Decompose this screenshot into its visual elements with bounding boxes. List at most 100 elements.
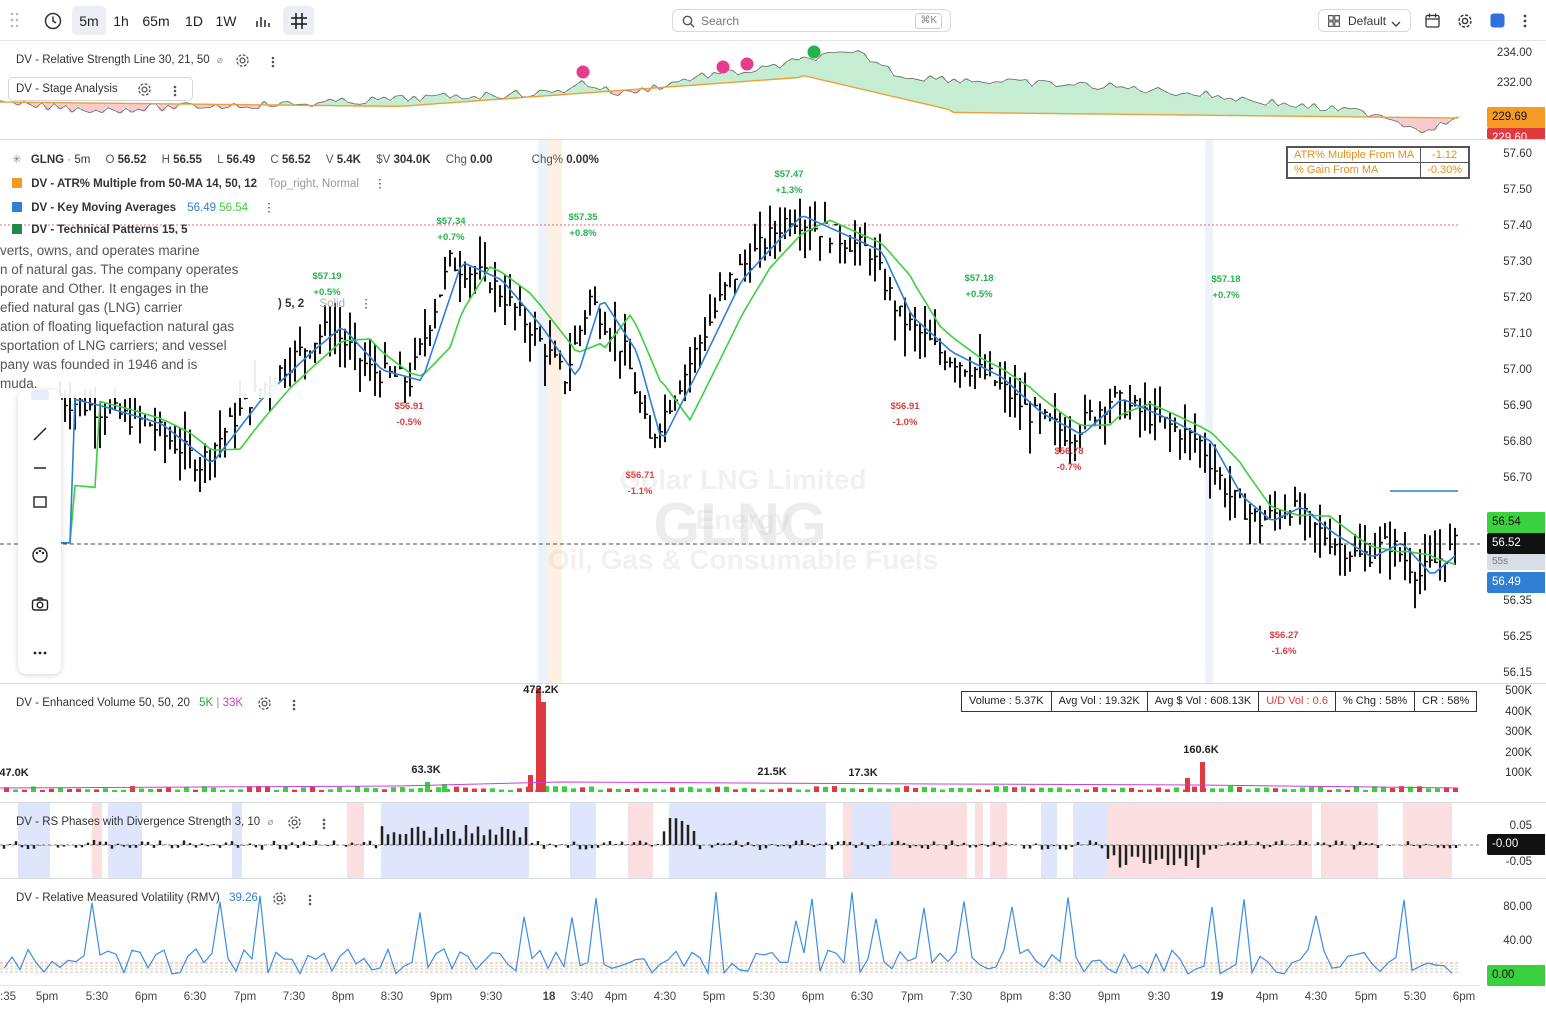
timeframe-1W[interactable]: 1W: [212, 6, 240, 35]
price-axis-label: 56.80: [1503, 436, 1532, 448]
phase-band: [628, 803, 653, 878]
time-axis-label: 5:30: [752, 991, 776, 1003]
stage-analysis-legend[interactable]: DV - Stage Analysis: [8, 77, 193, 101]
hidden-indicator-tail: ) 5, 2 Solid ⋮: [278, 298, 372, 310]
cursor-tool-icon[interactable]: [29, 384, 50, 405]
volume-bar: [850, 788, 855, 792]
time-axis-label: 4:30: [1304, 991, 1328, 1003]
time-axis[interactable]: :35 5pm 5:30 6pm 6:30 7pm 7:30 8pm 8:30 9pm 9:30 18…: [0, 985, 1480, 1016]
volume-bar: [940, 789, 945, 792]
volume-bar: [409, 788, 414, 792]
volume-bar: [562, 786, 567, 792]
watermark-industry: Oil, Gas & Consumable Fuels: [547, 544, 939, 575]
search-placeholder: Search: [701, 14, 740, 28]
volume-bar: [238, 789, 243, 792]
volume-bar: [976, 789, 981, 792]
rs-phases-axis-label: 0.05: [1509, 820, 1532, 832]
volume-bar: [1030, 788, 1035, 792]
rs-settings-gear-icon[interactable]: [235, 53, 250, 73]
price-axis-label: 57.60: [1503, 148, 1532, 160]
search-input[interactable]: Search ⌘K: [672, 9, 951, 32]
rectangle-tool-icon[interactable]: [29, 491, 50, 512]
kma-more-icon[interactable]: ⋮: [263, 202, 275, 214]
volume-bar: [1300, 787, 1305, 792]
eye-off-icon[interactable]: ⌀: [217, 55, 223, 66]
price-axis-label: 57.20: [1503, 292, 1532, 304]
price-axis-label: 57.10: [1503, 328, 1532, 340]
kma-indicator-name: DV - Key Moving Averages: [31, 202, 177, 214]
rs-more-icon[interactable]: [271, 55, 275, 73]
volume-bar: [886, 788, 891, 792]
rmv-gear-icon[interactable]: [272, 891, 287, 911]
avg-dollar-volume-stat: Avg $ Vol : 608.13K: [1148, 692, 1260, 711]
volume-bar: [274, 789, 279, 792]
price-plot[interactable]: $57.19 +0.5% $57.34 +0.7% $57.35 +0.8% $57.47 +…: [0, 140, 1480, 683]
volume-bar: [220, 789, 225, 792]
session-band: [538, 140, 547, 683]
atr-more-icon[interactable]: ⋮: [374, 178, 386, 190]
phase-band: [1041, 803, 1057, 878]
ohlc-change: 0.00: [470, 154, 493, 166]
gear-icon[interactable]: [1454, 6, 1476, 35]
time-axis-label: 7:30: [282, 991, 306, 1003]
hidden-indicator-more-icon[interactable]: ⋮: [360, 298, 372, 310]
color-square-icon[interactable]: [1486, 6, 1508, 35]
stage-settings-gear-icon[interactable]: [137, 82, 152, 102]
trend-line-tool-icon[interactable]: [29, 423, 50, 444]
volume-axis[interactable]: 500K 400K 300K 200K 100K: [1480, 684, 1546, 802]
volume-bar: [391, 787, 396, 792]
volume-more-icon[interactable]: [292, 698, 296, 716]
pivot-price-label: $56.91: [890, 401, 920, 412]
atr-color-swatch[interactable]: [12, 178, 22, 188]
volume-bar-label: 21.5K: [757, 766, 787, 778]
volume-settings-gear-icon[interactable]: [257, 696, 272, 716]
camera-icon[interactable]: [29, 593, 50, 614]
volume-bar: [1039, 787, 1044, 792]
indicator-legend-kma[interactable]: DV - Key Moving Averages 56.49 56.54 ⋮: [12, 200, 275, 214]
volume-bar: [1165, 789, 1170, 792]
crosshair-grid-icon[interactable]: [283, 6, 314, 35]
rmv-more-icon[interactable]: [308, 893, 312, 911]
horizontal-line-tool-icon[interactable]: [29, 457, 50, 478]
kma-color-swatch[interactable]: [12, 202, 22, 212]
calendar-icon[interactable]: [1421, 6, 1443, 35]
symbol-ticker[interactable]: GLNG: [31, 154, 64, 166]
rs-phases-more-icon[interactable]: [322, 817, 326, 835]
timeframe-1h[interactable]: 1h: [108, 6, 134, 35]
drag-handle-icon[interactable]: [10, 12, 20, 33]
volume-bar: [40, 789, 45, 792]
indicator-legend-patterns[interactable]: DV - Technical Patterns 15, 5: [12, 224, 188, 234]
timeframe-5m[interactable]: 5m: [72, 6, 106, 35]
volume-bar: [1111, 789, 1116, 792]
rs-phases-plot[interactable]: [0, 803, 1480, 878]
volume-bar: [112, 789, 117, 792]
indicator-legend-atr[interactable]: DV - ATR% Multiple from 50-MA 14, 50, 12…: [12, 176, 386, 190]
volume-bar: [103, 788, 108, 792]
volume-bar: [536, 688, 541, 792]
volume-bar: [553, 786, 558, 792]
volume-bar: [733, 789, 738, 792]
clock-icon[interactable]: [40, 6, 66, 35]
rs-signal-dot: [740, 57, 754, 71]
volume-bar: [310, 786, 315, 792]
bar-chart-icon[interactable]: [250, 6, 276, 35]
rs-phases-gear-icon[interactable]: [287, 815, 302, 835]
patterns-color-swatch[interactable]: [12, 224, 22, 234]
palette-icon[interactable]: [29, 544, 50, 565]
volume-value-2: 33K: [222, 697, 244, 709]
volume-bar-label: 160.6K: [1183, 744, 1219, 756]
timeframe-1D[interactable]: 1D: [180, 6, 208, 35]
more-vertical-icon[interactable]: [1517, 6, 1533, 35]
pivot-pct-label: +0.5%: [965, 289, 993, 300]
more-tools-icon[interactable]: [29, 642, 50, 663]
timeframe-65m[interactable]: 65m: [138, 6, 174, 35]
layout-dropdown[interactable]: Default: [1318, 9, 1411, 32]
stage-more-icon[interactable]: [173, 84, 177, 102]
eye-off-icon[interactable]: ⌀: [267, 817, 273, 828]
volume-bar: [400, 787, 405, 792]
time-axis-label: 18: [542, 991, 556, 1003]
price-axis[interactable]: 57.60 57.50 57.40 57.30 57.20 57.10 57.00 56.90…: [1480, 140, 1546, 683]
pivot-price-label: $56.27: [1269, 630, 1298, 641]
volume-bar: [1291, 789, 1296, 792]
volume-bar: [76, 788, 81, 792]
